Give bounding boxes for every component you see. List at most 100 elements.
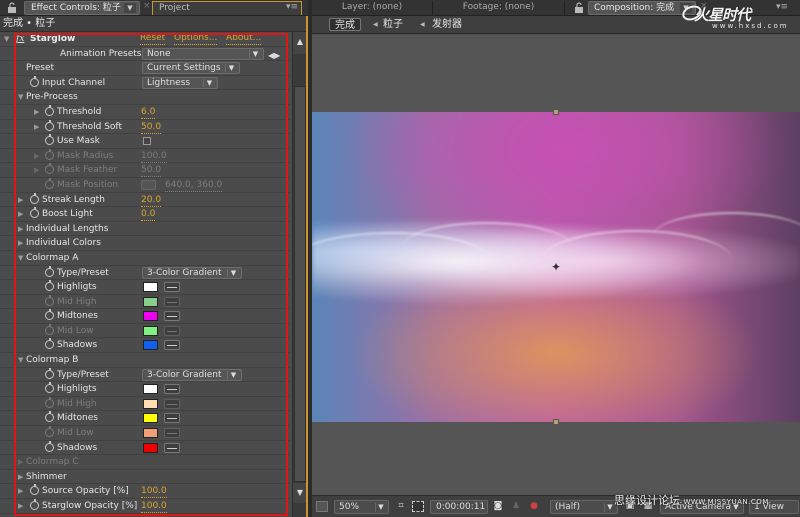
stopwatch-icon[interactable]	[45, 382, 54, 394]
scrollbar-thumb[interactable]	[294, 86, 306, 482]
twirl-closed-icon[interactable]: ▶	[18, 484, 23, 498]
twirl-closed-icon[interactable]: ▶	[18, 193, 23, 207]
stopwatch-icon[interactable]	[30, 192, 39, 204]
always-preview-icon[interactable]	[316, 501, 328, 512]
chevron-down-icon[interactable]: ▼	[124, 3, 136, 13]
twirl-closed-icon[interactable]: ▶	[34, 149, 39, 163]
composition-viewer[interactable]: ✦	[312, 35, 800, 495]
scroll-up-icon[interactable]: ▲	[293, 32, 307, 54]
panel-menu-icon[interactable]: ▾≡	[286, 2, 298, 12]
stopwatch-icon[interactable]	[30, 75, 39, 87]
stopwatch-icon[interactable]	[45, 134, 54, 146]
channel-rgb-icon[interactable]: ●	[528, 501, 540, 512]
color-swatch[interactable]	[143, 442, 158, 453]
layer-handle-top[interactable]	[553, 109, 559, 115]
source-opacity-value[interactable]: 100.0	[141, 485, 167, 499]
boost-light-value[interactable]: 0.0	[141, 208, 156, 222]
twirl-closed-icon[interactable]: ▶	[18, 470, 23, 484]
shimmer-group[interactable]: ▶ Shimmer	[0, 470, 290, 485]
vertical-scrollbar[interactable]: ▲ ▼	[292, 32, 307, 517]
resolution-dropdown[interactable]: (Half) ▼	[550, 500, 618, 514]
tab-layer[interactable]: Layer: (none)	[312, 1, 433, 15]
options-link[interactable]: Options...	[174, 32, 218, 45]
fx-icon[interactable]: fx	[16, 32, 24, 46]
color-swatch[interactable]	[143, 413, 158, 424]
mask-visibility-icon[interactable]	[412, 501, 424, 512]
anchor-point-icon[interactable]: ✦	[550, 261, 562, 273]
reset-link[interactable]: Reset	[140, 32, 166, 45]
stopwatch-icon[interactable]	[45, 309, 54, 321]
twirl-open-icon[interactable]: ▼	[18, 353, 23, 367]
scroll-down-icon[interactable]: ▼	[293, 483, 307, 503]
snapshot-camera-icon[interactable]: ◙	[492, 501, 504, 512]
layer-handle-bottom[interactable]	[553, 419, 559, 425]
stopwatch-icon[interactable]	[45, 104, 54, 116]
breadcrumb-item[interactable]: 粒子	[383, 18, 403, 31]
threshold-value[interactable]: 6.0	[141, 106, 156, 119]
twirl-closed-icon[interactable]: ▶	[34, 120, 39, 134]
stopwatch-icon[interactable]	[45, 280, 54, 292]
stopwatch-icon[interactable]	[45, 265, 54, 277]
stopwatch-icon[interactable]	[45, 338, 54, 350]
twirl-closed-icon[interactable]: ▶	[34, 105, 39, 119]
pre-process-group[interactable]: ▼ Pre-Process	[0, 90, 290, 105]
use-mask-checkbox[interactable]	[143, 137, 151, 146]
individual-colors-group[interactable]: ▶ Individual Colors	[0, 236, 290, 251]
streak-length-value[interactable]: 20.0	[141, 194, 162, 207]
stopwatch-icon[interactable]	[30, 499, 39, 510]
stopwatch-icon[interactable]	[45, 367, 54, 379]
twirl-closed-icon[interactable]: ▶	[34, 163, 39, 177]
mask-feather-row: ▶ Mask Feather 50.0	[0, 163, 290, 178]
preset-dropdown[interactable]: Current Settings ▼	[142, 62, 240, 75]
colormap-b-group[interactable]: ▼ Colormap B	[0, 353, 290, 368]
magnification-dropdown[interactable]: 50% ▼	[334, 500, 389, 514]
eyedropper-icon[interactable]	[164, 442, 180, 453]
resolution-value: (Half)	[555, 502, 580, 512]
colormap-b-type-dropdown[interactable]: 3-Color Gradient ▼	[142, 368, 242, 381]
colormap-a-group[interactable]: ▼ Colormap A	[0, 251, 290, 266]
color-swatch[interactable]	[143, 384, 158, 395]
stopwatch-icon[interactable]	[45, 411, 54, 423]
eyedropper-icon[interactable]	[164, 311, 180, 322]
breadcrumb-item[interactable]: 发射器	[432, 18, 462, 31]
stopwatch-icon[interactable]	[45, 440, 54, 452]
color-swatch[interactable]	[143, 282, 158, 293]
color-swatch[interactable]	[143, 311, 158, 322]
lock-icon[interactable]	[7, 2, 17, 13]
color-swatch[interactable]	[143, 340, 158, 351]
tab-footage[interactable]: Footage: (none)	[433, 1, 565, 15]
twirl-closed-icon[interactable]: ▶	[18, 207, 23, 221]
input-channel-dropdown[interactable]: Lightness ▼	[142, 76, 218, 89]
tab-project[interactable]: Project	[152, 1, 302, 15]
safe-margins-icon[interactable]: ⌗	[395, 501, 407, 512]
twirl-open-icon[interactable]: ▼	[4, 32, 9, 46]
tab-effect-controls[interactable]: Effect Controls: 粒子 ▼	[24, 1, 140, 15]
eyedropper-icon[interactable]	[164, 384, 180, 395]
eyedropper-icon[interactable]	[164, 413, 180, 424]
stopwatch-icon[interactable]	[30, 484, 39, 496]
colormap-c-group[interactable]: ▶ Colormap C	[0, 455, 290, 470]
about-link[interactable]: About...	[226, 32, 262, 45]
effect-header-starglow[interactable]: ▼ fx Starglow Reset Options... About...	[0, 32, 290, 47]
eyedropper-icon[interactable]	[164, 340, 180, 351]
stopwatch-icon[interactable]	[30, 207, 39, 219]
current-time-display[interactable]: 0:00:00:11	[430, 500, 488, 514]
twirl-open-icon[interactable]: ▼	[18, 251, 23, 265]
show-snapshot-icon[interactable]: ♟	[510, 501, 522, 512]
eyedropper-icon[interactable]	[164, 282, 180, 293]
lock-icon[interactable]	[574, 2, 584, 13]
colormap-a-type-dropdown[interactable]: 3-Color Gradient ▼	[142, 266, 242, 279]
tab-composition[interactable]: Composition: 完成 ▼	[588, 1, 696, 15]
twirl-closed-icon[interactable]: ▶	[18, 499, 23, 513]
starglow-opacity-value[interactable]: 100.0	[141, 500, 167, 513]
twirl-closed-icon[interactable]: ▶	[18, 236, 23, 250]
threshold-soft-value[interactable]: 50.0	[141, 121, 162, 134]
individual-lengths-group[interactable]: ▶ Individual Lengths	[0, 222, 290, 237]
stopwatch-icon[interactable]	[45, 119, 54, 131]
twirl-open-icon[interactable]: ▼	[18, 90, 23, 104]
breadcrumb-item[interactable]: 完成	[329, 18, 361, 31]
animation-presets-dropdown[interactable]: None ▼	[142, 47, 264, 60]
twirl-closed-icon[interactable]: ▶	[18, 222, 23, 236]
close-icon[interactable]: ×	[143, 1, 151, 11]
twirl-closed-icon[interactable]: ▶	[18, 455, 23, 469]
